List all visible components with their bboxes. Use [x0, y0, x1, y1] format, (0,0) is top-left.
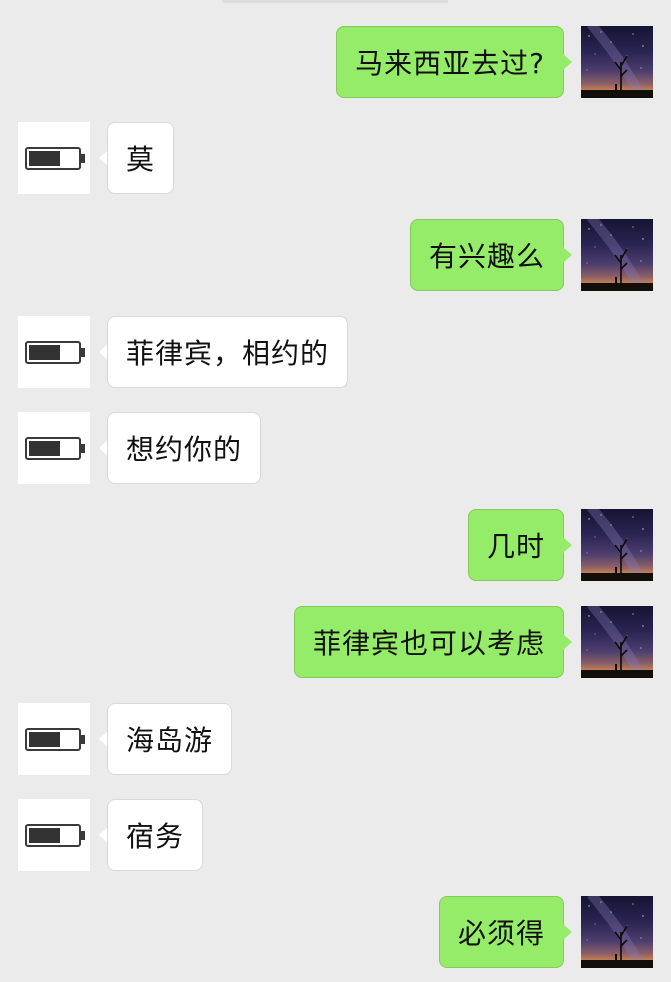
- message-row-received: 宿务: [0, 799, 671, 871]
- message-bubble-received[interactable]: 想约你的: [107, 412, 262, 484]
- bubble-tail: [563, 634, 572, 650]
- chat-message-list[interactable]: 马来西亚去过? 莫 有兴趣么 菲律宾，相约的 想约你的 几时 菲律宾也可以考虑 …: [0, 0, 671, 982]
- night-sky-icon: [581, 896, 653, 968]
- message-bubble-received[interactable]: 海岛游: [107, 703, 233, 775]
- message-bubble-sent[interactable]: 必须得: [438, 896, 564, 968]
- battery-icon: [25, 437, 85, 460]
- avatar-contact[interactable]: [18, 412, 90, 484]
- avatar-self[interactable]: [581, 896, 653, 968]
- scroll-indicator: [222, 0, 448, 3]
- message-bubble-sent[interactable]: 几时: [467, 509, 564, 581]
- message-bubble-received[interactable]: 莫: [107, 122, 175, 194]
- night-sky-icon: [581, 509, 653, 581]
- avatar-contact[interactable]: [18, 703, 90, 775]
- bubble-tail: [563, 924, 572, 940]
- message-row-sent: 必须得: [0, 896, 671, 968]
- message-row-received: 想约你的: [0, 412, 671, 484]
- avatar-self[interactable]: [581, 509, 653, 581]
- message-bubble-sent[interactable]: 马来西亚去过?: [336, 26, 564, 98]
- message-row-sent: 菲律宾也可以考虑: [0, 606, 671, 678]
- avatar-contact[interactable]: [18, 799, 90, 871]
- avatar-contact[interactable]: [18, 122, 90, 194]
- message-bubble-sent[interactable]: 菲律宾也可以考虑: [293, 606, 564, 678]
- night-sky-icon: [581, 26, 653, 98]
- night-sky-icon: [581, 219, 653, 291]
- battery-icon: [25, 147, 85, 170]
- avatar-self[interactable]: [581, 26, 653, 98]
- message-row-sent: 有兴趣么: [0, 219, 671, 291]
- message-bubble-received[interactable]: 宿务: [107, 799, 204, 871]
- battery-icon: [25, 728, 85, 751]
- message-row-sent: 马来西亚去过?: [0, 26, 671, 98]
- message-bubble-sent[interactable]: 有兴趣么: [409, 219, 564, 291]
- message-row-sent: 几时: [0, 509, 671, 581]
- message-bubble-received[interactable]: 菲律宾，相约的: [107, 316, 349, 388]
- bubble-tail: [563, 247, 572, 263]
- bubble-tail: [563, 54, 572, 70]
- avatar-contact[interactable]: [18, 316, 90, 388]
- battery-icon: [25, 824, 85, 847]
- message-row-received: 海岛游: [0, 703, 671, 775]
- night-sky-icon: [581, 606, 653, 678]
- avatar-self[interactable]: [581, 606, 653, 678]
- message-row-received: 菲律宾，相约的: [0, 316, 671, 388]
- message-row-received: 莫: [0, 122, 671, 194]
- avatar-self[interactable]: [581, 219, 653, 291]
- bubble-tail: [563, 537, 572, 553]
- battery-icon: [25, 341, 85, 364]
